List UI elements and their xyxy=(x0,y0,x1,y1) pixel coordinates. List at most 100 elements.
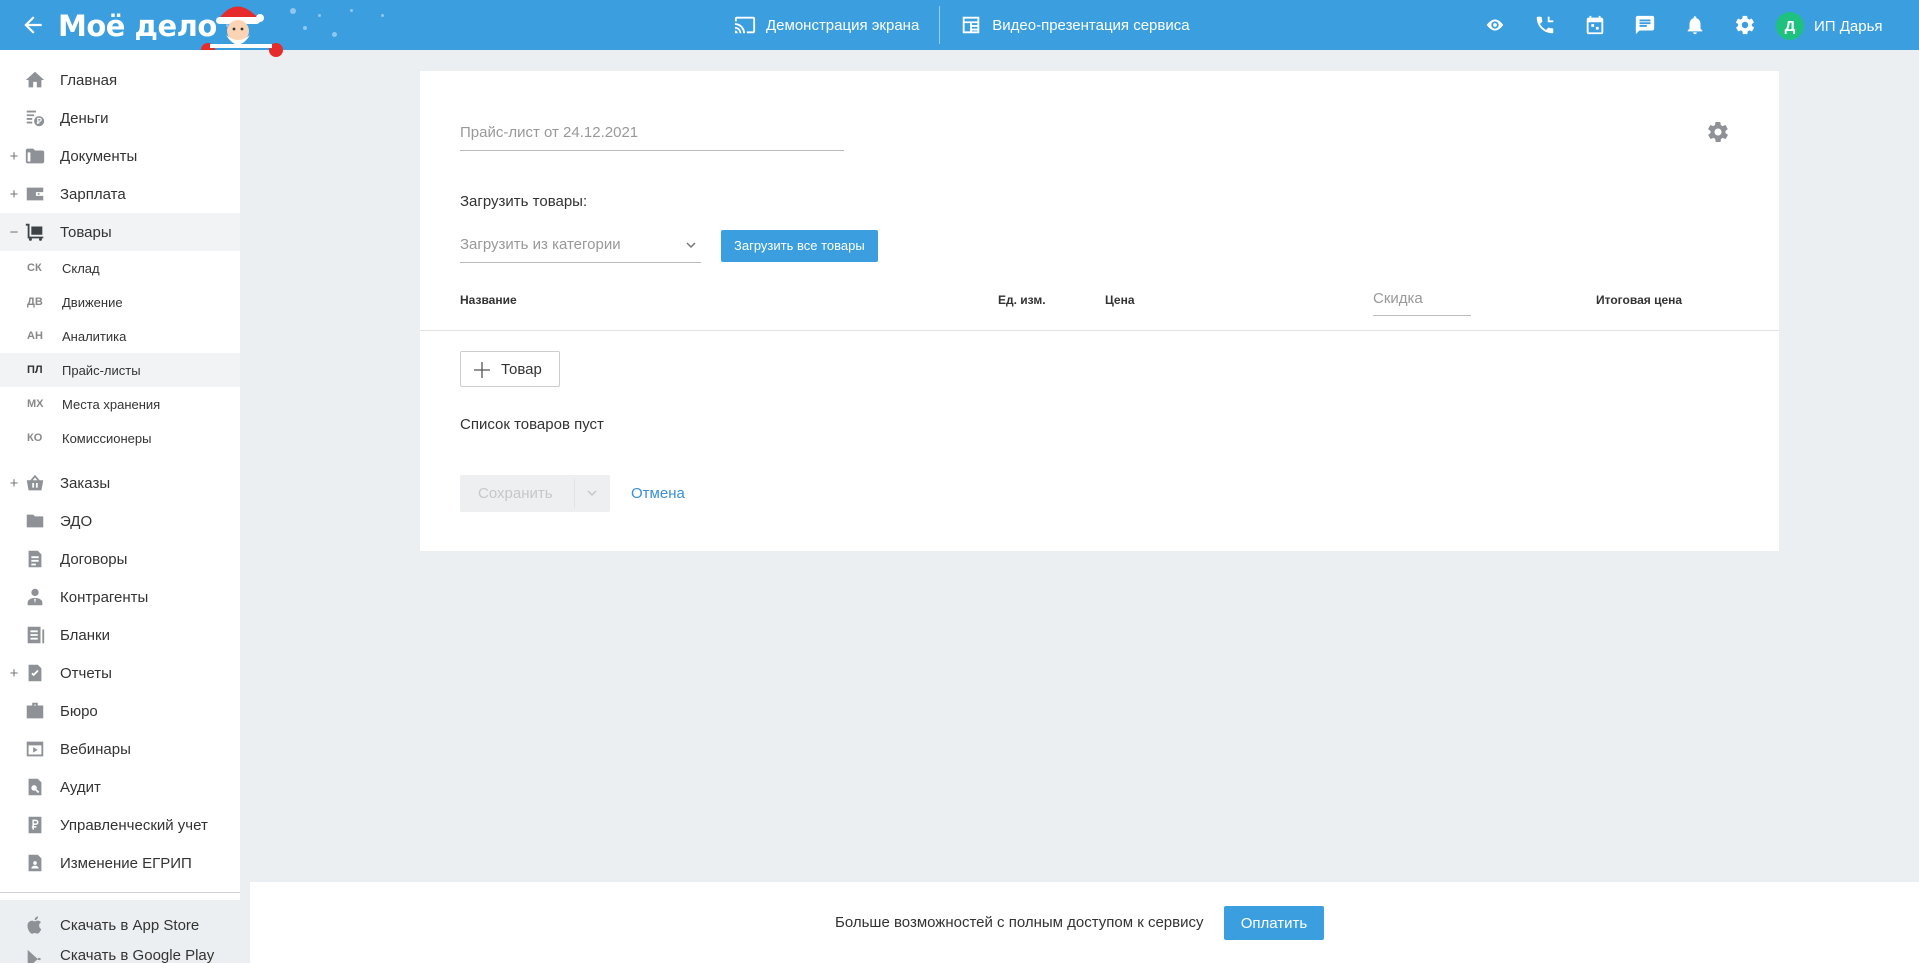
load-all-goods-button[interactable]: Загрузить все товары xyxy=(721,230,878,262)
chevron-down-icon[interactable] xyxy=(586,487,598,499)
sidebar-item-label: Деньги xyxy=(60,109,109,127)
table-header-divider xyxy=(420,330,1779,331)
expander: + xyxy=(9,185,19,203)
discount-input[interactable]: Скидка xyxy=(1373,286,1471,316)
snowflake xyxy=(318,14,321,17)
sidebar-item-management-accounting[interactable]: Управленческий учет xyxy=(0,806,240,844)
app-store-link[interactable]: Скачать в App Store xyxy=(0,906,240,944)
screen-demo-label: Демонстрация экрана xyxy=(766,16,920,34)
snowflake xyxy=(290,8,296,14)
snowflake xyxy=(332,32,337,37)
column-header-price: Цена xyxy=(1105,293,1135,307)
sidebar-item-webinars[interactable]: Вебинары xyxy=(0,730,240,768)
video-presentation-label: Видео-презентация сервиса xyxy=(992,16,1190,34)
google-play-label: Скачать в Google Play xyxy=(60,947,215,963)
user-menu[interactable]: Д ИП Дарья xyxy=(1776,12,1883,40)
logo[interactable]: Моё дело xyxy=(58,9,217,43)
chat-icon[interactable] xyxy=(1620,0,1670,50)
subitem-abbr: ДВ xyxy=(27,296,43,308)
chevron-down-icon xyxy=(686,242,696,249)
sidebar-item-egrip[interactable]: Изменение ЕГРИП xyxy=(0,844,240,882)
briefcase-icon xyxy=(26,702,44,719)
sidebar-item-bureau[interactable]: Бюро xyxy=(0,692,240,730)
snowflake xyxy=(303,26,307,30)
price-list-title-input[interactable]: Прайс-лист от 24.12.2021 xyxy=(460,121,844,151)
sidebar-subitem-analytics[interactable]: АН Аналитика xyxy=(0,319,240,353)
sidebar-item-label: Зарплата xyxy=(60,185,126,203)
expander: − xyxy=(9,223,19,241)
banner-text: Больше возможностей с полным доступом к … xyxy=(835,914,1204,931)
sidebar-subitem-warehouse[interactable]: СК Склад xyxy=(0,251,240,285)
sidebar-item-label: Заказы xyxy=(60,474,111,492)
top-bar: Моё дело Демонстрация экрана Видео-презе… xyxy=(0,0,1919,57)
sidebar-item-label: Товары xyxy=(60,223,112,241)
column-header-total: Итоговая цена xyxy=(1596,293,1683,307)
eye-icon[interactable] xyxy=(1470,0,1520,50)
sidebar-item-label: ЭДО xyxy=(60,512,93,530)
sidebar-item-label: Бюро xyxy=(60,702,98,720)
settings-gear-icon[interactable] xyxy=(1706,120,1730,144)
save-button-label: Сохранить xyxy=(478,485,553,502)
reports-icon xyxy=(28,664,42,682)
bell-icon[interactable] xyxy=(1670,0,1720,50)
sidebar-subitem-movement[interactable]: ДВ Движение xyxy=(0,285,240,319)
video-presentation-link[interactable]: Видео-презентация сервиса xyxy=(940,0,1209,50)
column-header-unit: Ед. изм. xyxy=(998,293,1046,307)
subitem-label: Прайс-листы xyxy=(62,362,141,378)
sidebar-item-main[interactable]: Главная xyxy=(0,61,240,99)
sidebar-item-money[interactable]: Деньги xyxy=(0,99,240,137)
expander: + xyxy=(9,147,19,165)
empty-list-message: Список товаров пуст xyxy=(460,416,604,433)
money-icon xyxy=(26,110,45,127)
sidebar-item-label: Документы xyxy=(60,147,138,165)
sidebar-item-documents[interactable]: + Документы xyxy=(0,137,240,175)
sidebar-item-edo[interactable]: ЭДО xyxy=(0,502,240,540)
sidebar-item-label: Отчеты xyxy=(60,664,112,682)
cancel-link[interactable]: Отмена xyxy=(631,485,685,502)
apple-icon xyxy=(27,916,42,934)
sidebar-item-label: Аудит xyxy=(60,778,101,796)
subitem-abbr: КО xyxy=(27,432,43,444)
calendar-icon[interactable] xyxy=(1570,0,1620,50)
user-name: ИП Дарья xyxy=(1814,17,1883,35)
sidebar-subitem-commissioners[interactable]: КО Комиссионеры xyxy=(0,421,240,455)
add-item-label: Товар xyxy=(501,360,542,378)
sidebar-item-salary[interactable]: + Зарплата xyxy=(0,175,240,213)
sidebar-item-goods[interactable]: − Товары xyxy=(0,213,240,251)
sidebar-item-orders[interactable]: + Заказы xyxy=(0,464,240,502)
sidebar-item-contracts[interactable]: Договоры xyxy=(0,540,240,578)
price-list-card: Прайс-лист от 24.12.2021 Загрузить товар… xyxy=(420,71,1779,551)
category-select-placeholder: Загрузить из категории xyxy=(460,236,621,253)
sidebar-item-contractors[interactable]: Контрагенты xyxy=(0,578,240,616)
save-button-divider xyxy=(574,479,575,508)
upgrade-banner: Больше возможностей с полным доступом к … xyxy=(250,882,1919,963)
subitem-label: Движение xyxy=(62,294,123,310)
save-button[interactable]: Сохранить xyxy=(460,475,610,512)
expander: + xyxy=(9,664,19,682)
top-icons xyxy=(1470,0,1770,50)
sidebar-item-forms[interactable]: Бланки xyxy=(0,616,240,654)
add-item-button[interactable]: Товар xyxy=(460,351,560,387)
sidebar-item-audit[interactable]: Аудит xyxy=(0,768,240,806)
category-select[interactable]: Загрузить из категории xyxy=(460,233,701,263)
presentation-icon xyxy=(963,16,980,34)
screen-demo-link[interactable]: Демонстрация экрана xyxy=(714,0,939,50)
basket-icon xyxy=(26,474,44,491)
webinar-icon xyxy=(26,741,44,757)
top-center-links: Демонстрация экрана Видео-презентация се… xyxy=(714,0,1210,50)
load-goods-label: Загрузить товары: xyxy=(460,193,588,210)
google-play-link[interactable]: Скачать в Google Play xyxy=(0,942,240,963)
sidebar: Главная Деньги + Документы + Зарплата − … xyxy=(0,50,240,963)
ruble-doc-icon xyxy=(28,816,42,834)
sidebar-subitem-price-lists[interactable]: ПЛ Прайс-листы xyxy=(0,353,240,387)
phone-icon[interactable] xyxy=(1520,0,1570,50)
back-arrow-icon[interactable] xyxy=(20,12,46,38)
subitem-abbr: АН xyxy=(27,330,43,342)
gear-icon[interactable] xyxy=(1720,0,1770,50)
subitem-label: Комиссионеры xyxy=(62,430,152,446)
sidebar-item-reports[interactable]: + Отчеты xyxy=(0,654,240,692)
expander: + xyxy=(9,474,19,492)
pay-button[interactable]: Оплатить xyxy=(1224,906,1324,940)
sidebar-subitem-storage[interactable]: МХ Места хранения xyxy=(0,387,240,421)
sidebar-item-label: Вебинары xyxy=(60,740,131,758)
